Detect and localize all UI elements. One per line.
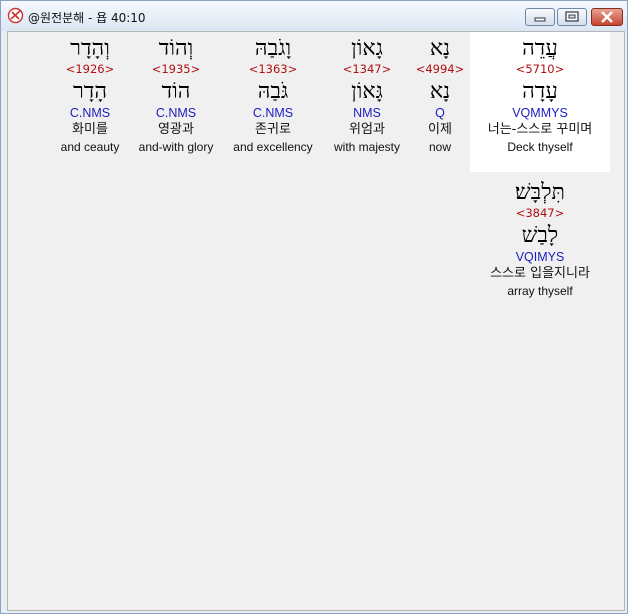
morphology-code: NMS [353, 106, 381, 120]
hebrew-root: עָדָה [522, 79, 558, 104]
morphology-code: C.NMS [155, 106, 197, 120]
hebrew-word: גָאוֹן [351, 36, 383, 61]
english-gloss: and-with glory [138, 140, 214, 154]
english-gloss: and excellency [233, 140, 313, 154]
hebrew-root: לָבַשׁ [521, 223, 559, 248]
morphology-code: VQIMYS [515, 250, 565, 264]
word-cell[interactable]: וָגֹבַהּ <1363> גֹּבַהּ C.NMS 존귀로 and ex… [220, 32, 326, 155]
strong-number[interactable]: <1926> [48, 62, 132, 76]
hebrew-root: הוֹד [161, 79, 191, 104]
close-button[interactable] [591, 8, 623, 26]
english-gloss: with majesty [333, 140, 401, 154]
app-window: @원전분해 - 욥 40:10 עֲדֵה <5710> עָדָה VQMMY… [0, 0, 628, 614]
window-title: @원전분해 - 욥 40:10 [28, 11, 146, 25]
strong-number[interactable]: <1347> [317, 62, 417, 76]
app-logo-icon [7, 7, 24, 24]
english-gloss: array thyself [507, 284, 573, 298]
morphology-code: C.NMS [69, 106, 111, 120]
title-bar[interactable]: @원전분해 - 욥 40:10 [1, 1, 627, 31]
korean-gloss: 영광과 [158, 122, 194, 137]
hebrew-word: וְהוֹד [158, 36, 194, 61]
hebrew-word: וָגֹבַהּ [254, 36, 292, 61]
korean-gloss: 존귀로 [255, 122, 291, 137]
hebrew-root: גֹּבַהּ [257, 79, 289, 104]
strong-number[interactable]: <1935> [128, 62, 224, 76]
close-icon [601, 11, 613, 23]
minimize-button[interactable] [525, 8, 555, 26]
hebrew-word: וְהָדָר [70, 36, 110, 61]
korean-gloss: 화미를 [72, 122, 108, 137]
hebrew-word: עֲדֵה [522, 36, 558, 61]
english-gloss: and ceauty [60, 140, 120, 154]
morphology-code: C.NMS [252, 106, 294, 120]
word-cell[interactable]: גָאוֹן <1347> גָּאוֹן NMS 위엄과 with majes… [317, 32, 417, 155]
korean-gloss: 위엄과 [349, 122, 385, 137]
minimize-icon [534, 17, 546, 22]
word-cell[interactable]: עֲדֵה <5710> עָדָה VQMMYS 너는-스스로 꾸미며 Dec… [470, 32, 610, 172]
strong-number[interactable]: <5710> [470, 62, 610, 76]
word-cell[interactable]: תִּלְבָּשׁ׃ <3847> לָבַשׁ VQIMYS 스스로 입을지… [470, 178, 610, 299]
hebrew-word: תִּלְבָּשׁ׃ [515, 180, 565, 205]
strong-number[interactable]: <1363> [220, 62, 326, 76]
hebrew-root: הָדָר [72, 79, 108, 104]
word-cell[interactable]: וְהוֹד <1935> הוֹד C.NMS 영광과 and-with gl… [128, 32, 224, 155]
english-gloss: Deck thyself [507, 140, 573, 154]
korean-gloss: 너는-스스로 꾸미며 [487, 122, 593, 137]
korean-gloss: 스스로 입을지니라 [490, 266, 590, 281]
morphology-code: VQMMYS [512, 106, 568, 120]
strong-number[interactable]: <3847> [470, 206, 610, 220]
interlinear-panel: עֲדֵה <5710> עָדָה VQMMYS 너는-스스로 꾸미며 Dec… [7, 31, 625, 611]
hebrew-root: גָּאוֹן [351, 79, 383, 104]
restore-icon [565, 11, 579, 22]
word-cell[interactable]: וְהָדָר <1926> הָדָר C.NMS 화미를 and ceaut… [48, 32, 132, 155]
maximize-button[interactable] [557, 8, 587, 26]
